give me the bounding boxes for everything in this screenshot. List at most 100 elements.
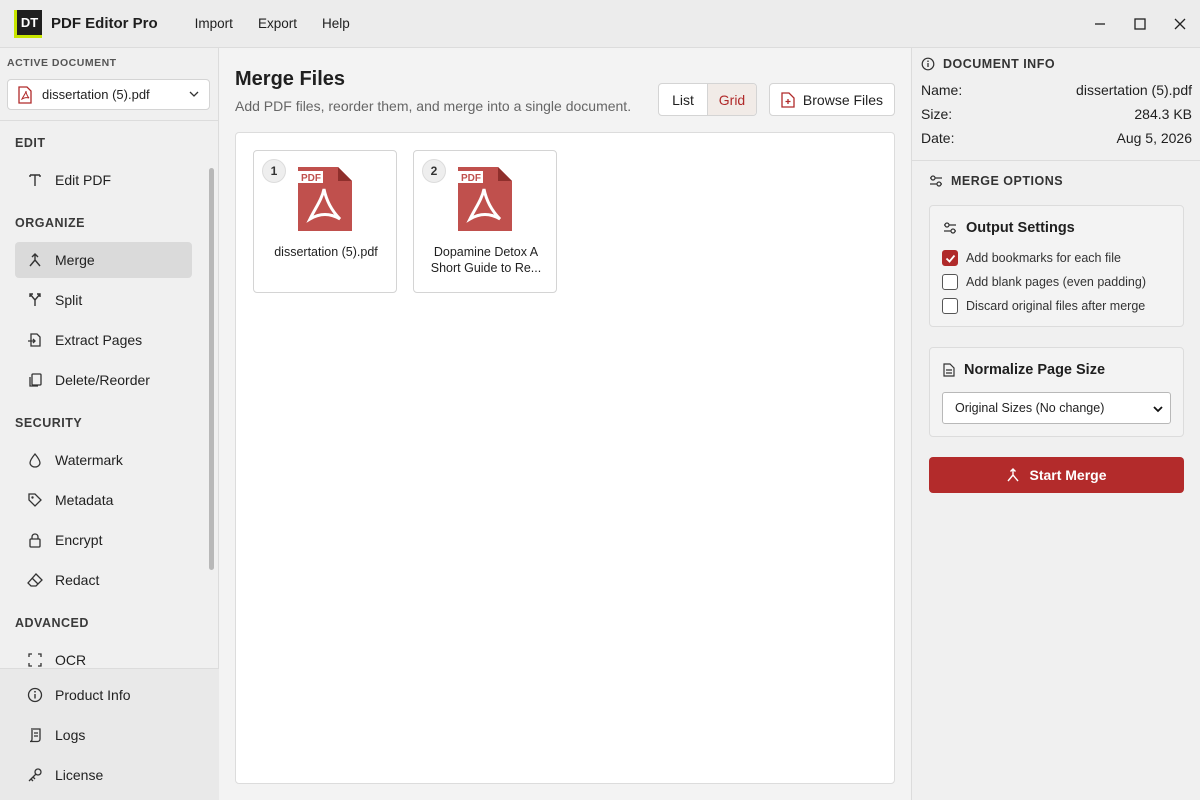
minimize-button[interactable] xyxy=(1080,0,1120,48)
browse-files-label: Browse Files xyxy=(802,91,884,108)
sidebar-item-label: Metadata xyxy=(55,492,114,508)
sidebar-item-label: Split xyxy=(55,292,83,308)
sidebar-item-metadata[interactable]: Metadata xyxy=(15,482,192,518)
option-discard-originals[interactable]: Discard original files after merge xyxy=(942,298,1145,314)
active-document-name: dissertation (5).pdf xyxy=(42,87,150,102)
document-icon xyxy=(943,363,955,377)
sidebar-item-watermark[interactable]: Watermark xyxy=(15,442,192,478)
info-icon xyxy=(921,57,935,71)
sidebar-item-delete-reorder[interactable]: Delete/Reorder xyxy=(15,362,192,398)
pdf-file-icon xyxy=(18,85,32,104)
info-row-date: Date: Aug 5, 2026 xyxy=(921,130,1192,146)
split-icon xyxy=(25,290,45,310)
menu-help[interactable]: Help xyxy=(322,16,350,31)
output-settings-box: Output Settings Add bookmarks for each f… xyxy=(929,205,1184,327)
sidebar-scrollbar[interactable] xyxy=(209,168,214,570)
sidebar-footer: Product Info Logs License xyxy=(0,668,219,800)
info-row-size: Size: 284.3 KB xyxy=(921,106,1192,122)
view-toggle: List Grid xyxy=(658,83,757,116)
right-panel: DOCUMENT INFO Name: dissertation (5).pdf… xyxy=(911,48,1200,800)
sidebar-item-encrypt[interactable]: Encrypt xyxy=(15,522,192,558)
option-bookmarks[interactable]: Add bookmarks for each file xyxy=(942,250,1121,266)
pdf-thumbnail-icon: PDF xyxy=(458,167,512,231)
sidebar-item-edit-pdf[interactable]: Edit PDF xyxy=(15,162,192,198)
active-document-select[interactable]: dissertation (5).pdf xyxy=(7,79,210,110)
app-logo: DT xyxy=(14,9,42,38)
browse-files-button[interactable]: Browse Files xyxy=(769,83,895,116)
option-blank-pages[interactable]: Add blank pages (even padding) xyxy=(942,274,1146,290)
active-document-label: ACTIVE DOCUMENT xyxy=(7,57,117,69)
sidebar-item-license[interactable]: License xyxy=(15,757,192,793)
option-label: Add bookmarks for each file xyxy=(966,251,1121,265)
sidebar-item-label: Logs xyxy=(55,727,86,743)
key-icon xyxy=(25,765,45,785)
file-order-badge: 1 xyxy=(262,159,286,183)
page-subtitle: Add PDF files, reorder them, and merge i… xyxy=(235,98,632,114)
discard-originals-checkbox[interactable] xyxy=(942,298,958,314)
sidebar-item-label: License xyxy=(55,767,104,783)
option-label: Discard original files after merge xyxy=(966,299,1146,313)
sidebar-item-ocr[interactable]: OCR xyxy=(15,642,192,668)
section-edit: EDIT xyxy=(15,136,46,150)
chevron-down-icon xyxy=(1153,406,1163,413)
sidebar-item-extract-pages[interactable]: Extract Pages xyxy=(15,322,192,358)
title-bar: DT PDF Editor Pro Import Export Help xyxy=(0,0,1200,48)
info-name-value: dissertation (5).pdf xyxy=(1076,82,1192,98)
file-name: Dopamine Detox A Short Guide to Re... xyxy=(430,245,542,275)
sidebar-item-label: Encrypt xyxy=(55,532,103,548)
info-row-name: Name: dissertation (5).pdf xyxy=(921,82,1192,98)
sidebar: ACTIVE DOCUMENT dissertation (5).pdf EDI… xyxy=(0,48,219,800)
sidebar-nav: EDIT Edit PDF ORGANIZE Merge Split Extra… xyxy=(0,120,219,668)
menu-export[interactable]: Export xyxy=(258,16,297,31)
blank-pages-checkbox[interactable] xyxy=(942,274,958,290)
info-size-value: 284.3 KB xyxy=(1134,106,1192,122)
sidebar-item-redact[interactable]: Redact xyxy=(15,562,192,598)
file-add-icon xyxy=(781,91,795,108)
sidebar-item-logs[interactable]: Logs xyxy=(15,717,192,753)
extract-icon xyxy=(25,330,45,350)
file-drop-area[interactable]: 1 PDF dissertation (5).pdf 2 PDF Dopamin… xyxy=(235,132,895,784)
tag-icon xyxy=(25,490,45,510)
page-size-select-value: Original Sizes (No change) xyxy=(955,401,1105,415)
scroll-icon xyxy=(25,725,45,745)
file-card[interactable]: 2 PDF Dopamine Detox A Short Guide to Re… xyxy=(413,150,557,293)
sidebar-item-label: Extract Pages xyxy=(55,332,143,348)
scan-icon xyxy=(25,650,45,668)
view-grid-button[interactable]: Grid xyxy=(707,84,756,115)
sidebar-item-product-info[interactable]: Product Info xyxy=(15,677,192,713)
sidebar-item-label: Watermark xyxy=(55,452,123,468)
merge-icon xyxy=(1006,468,1020,482)
option-label: Add blank pages (even padding) xyxy=(966,275,1146,289)
maximize-button[interactable] xyxy=(1120,0,1160,48)
main-content: Merge Files Add PDF files, reorder them,… xyxy=(219,48,911,800)
sliders-icon xyxy=(943,221,957,235)
normalize-page-size-box: Normalize Page Size Original Sizes (No c… xyxy=(929,347,1184,437)
file-order-badge: 2 xyxy=(422,159,446,183)
view-list-button[interactable]: List xyxy=(659,84,707,115)
start-merge-button[interactable]: Start Merge xyxy=(929,457,1184,493)
app-title: PDF Editor Pro xyxy=(51,15,158,32)
minimize-icon xyxy=(1095,23,1105,25)
window-controls xyxy=(1080,0,1200,48)
lock-icon xyxy=(25,530,45,550)
normalize-title: Normalize Page Size xyxy=(943,362,1105,378)
pdf-thumbnail-icon: PDF xyxy=(298,167,352,231)
sidebar-item-label: Delete/Reorder xyxy=(55,372,150,388)
menu-import[interactable]: Import xyxy=(195,16,233,31)
page-size-select[interactable]: Original Sizes (No change) xyxy=(942,392,1171,424)
document-info-heading-text: DOCUMENT INFO xyxy=(943,57,1056,71)
close-button[interactable] xyxy=(1160,0,1200,48)
info-icon xyxy=(25,685,45,705)
merge-icon xyxy=(25,250,45,270)
sidebar-item-split[interactable]: Split xyxy=(15,282,192,318)
info-name-label: Name: xyxy=(921,82,963,98)
app-logo-text: DT xyxy=(20,14,39,30)
section-security: SECURITY xyxy=(15,416,83,430)
bookmarks-checkbox[interactable] xyxy=(942,250,958,266)
file-card[interactable]: 1 PDF dissertation (5).pdf xyxy=(253,150,397,293)
file-name: dissertation (5).pdf xyxy=(274,245,378,259)
info-date-value: Aug 5, 2026 xyxy=(1116,130,1192,146)
info-date-label: Date: xyxy=(921,130,955,146)
document-info-heading: DOCUMENT INFO xyxy=(921,57,1055,71)
sidebar-item-merge[interactable]: Merge xyxy=(15,242,192,278)
